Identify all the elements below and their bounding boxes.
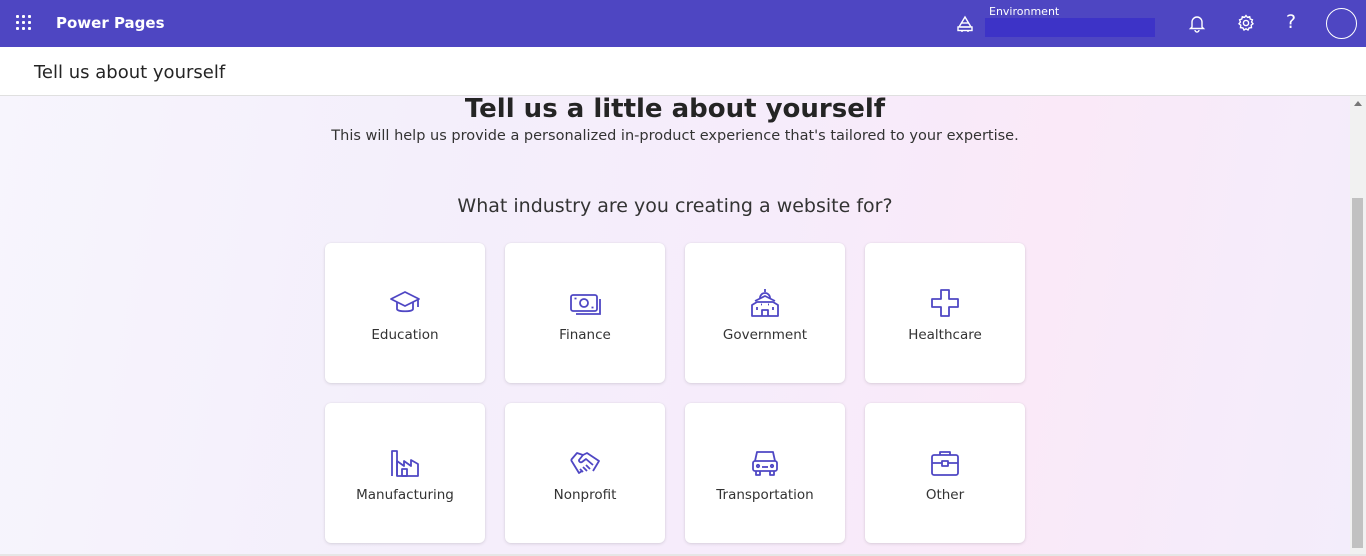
industry-card-label: Transportation — [716, 487, 814, 503]
industry-card-government[interactable]: Government — [685, 243, 845, 383]
main-subheading: This will help us provide a personalized… — [331, 128, 1019, 144]
handshake-icon — [570, 452, 600, 474]
environment-selector[interactable] — [985, 18, 1155, 37]
building-government-icon — [751, 289, 779, 317]
money-icon — [570, 294, 601, 315]
graduation-cap-icon — [390, 291, 420, 313]
briefcase-icon — [931, 451, 959, 476]
health-cross-icon — [931, 289, 959, 317]
industry-card-manufacturing[interactable]: Manufacturing — [325, 403, 485, 543]
waffle-icon[interactable] — [14, 13, 34, 33]
main-heading: Tell us a little about yourself — [464, 96, 886, 124]
avatar[interactable] — [1326, 8, 1357, 39]
industry-card-other[interactable]: Other — [865, 403, 1025, 543]
vehicle-car-icon — [752, 451, 778, 476]
environment-label: Environment — [989, 5, 1060, 18]
vertical-scrollbar[interactable] — [1350, 96, 1366, 554]
industry-question: What industry are you creating a website… — [457, 195, 893, 217]
factory-icon — [391, 450, 419, 477]
top-bar: Power Pages Environment ? — [0, 0, 1366, 47]
industry-card-finance[interactable]: Finance — [505, 243, 665, 383]
industry-card-label: Nonprofit — [553, 487, 617, 503]
industry-card-education[interactable]: Education — [325, 243, 485, 383]
app-name[interactable]: Power Pages — [56, 14, 165, 32]
help-icon[interactable]: ? — [1286, 11, 1296, 33]
main-content: Tell us a little about yourself This wil… — [0, 96, 1350, 554]
page-header: Tell us about yourself — [0, 47, 1366, 96]
industry-card-label: Other — [925, 487, 965, 503]
environment-icon — [957, 15, 973, 32]
industry-card-label: Manufacturing — [356, 487, 454, 503]
industry-card-healthcare[interactable]: Healthcare — [865, 243, 1025, 383]
scrollbar-thumb[interactable] — [1352, 198, 1363, 548]
page-title: Tell us about yourself — [34, 62, 226, 83]
gear-icon[interactable] — [1236, 13, 1256, 33]
industry-card-label: Healthcare — [908, 327, 982, 343]
industry-card-label: Education — [371, 327, 439, 343]
industry-card-transportation[interactable]: Transportation — [685, 403, 845, 543]
bell-icon[interactable] — [1187, 13, 1207, 33]
industry-card-label: Finance — [559, 327, 611, 343]
industry-card-nonprofit[interactable]: Nonprofit — [505, 403, 665, 543]
scroll-up-arrow-icon[interactable] — [1354, 101, 1362, 106]
industry-card-label: Government — [722, 327, 808, 343]
